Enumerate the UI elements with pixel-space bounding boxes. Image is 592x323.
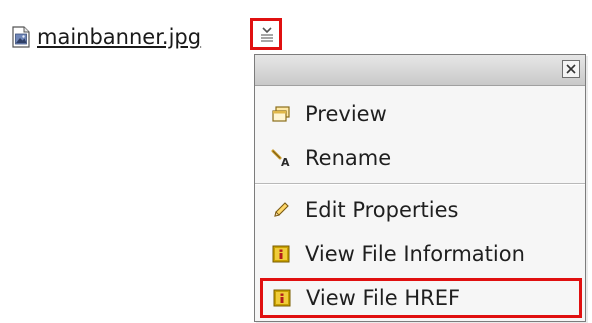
close-button[interactable]	[562, 60, 580, 78]
menu-item-rename[interactable]: A Rename	[255, 136, 585, 180]
menu-dropdown-icon	[261, 27, 273, 42]
close-icon	[566, 64, 576, 74]
screen: mainbanner.jpg Preview A Rename Edit Pro…	[0, 0, 592, 323]
menu-header	[255, 55, 585, 86]
menu-item-preview[interactable]: Preview	[255, 92, 585, 136]
menu-item-label: Rename	[305, 146, 392, 170]
preview-window-icon	[271, 104, 291, 124]
info-icon	[272, 288, 292, 308]
menu-item-view-file-information[interactable]: View File Information	[255, 232, 585, 276]
file-context-menu: Preview A Rename Edit Properties View Fi…	[254, 54, 586, 322]
file-name: mainbanner.jpg	[37, 25, 202, 49]
menu-item-label: Edit Properties	[305, 198, 459, 222]
menu-separator	[255, 183, 585, 185]
svg-text:A: A	[281, 156, 290, 168]
menu-item-label: Preview	[305, 102, 387, 126]
menu-item-edit-properties[interactable]: Edit Properties	[255, 188, 585, 232]
image-file-icon	[12, 26, 30, 48]
file-menu-button[interactable]	[250, 18, 282, 50]
menu-item-label: View File Information	[305, 242, 525, 266]
pencil-icon	[271, 200, 291, 220]
menu-item-view-file-href[interactable]: View File HREF	[260, 278, 582, 318]
file-link[interactable]: mainbanner.jpg	[12, 22, 201, 52]
menu-item-label: View File HREF	[306, 286, 461, 310]
info-icon	[271, 244, 291, 264]
rename-icon: A	[271, 148, 291, 168]
